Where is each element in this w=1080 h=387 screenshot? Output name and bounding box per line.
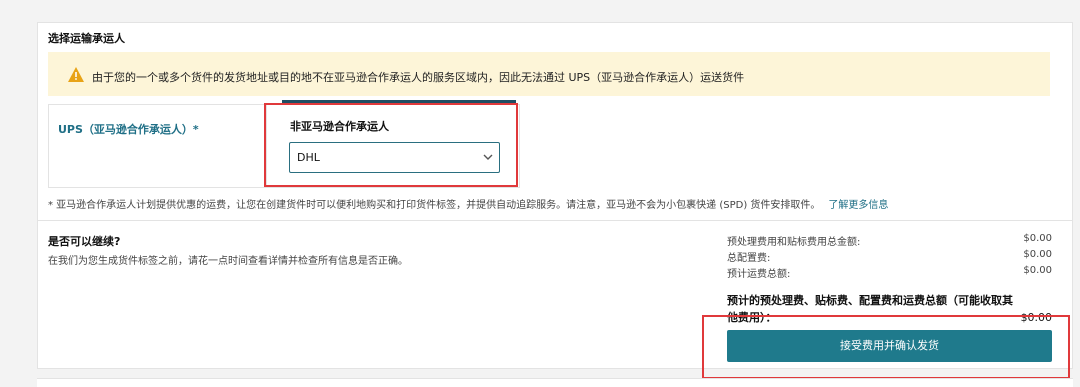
continue-description: 在我们为您生成货件标签之前，请花一点时间查看详情并检查所有信息是否正确。 bbox=[48, 256, 408, 267]
highlight-box-carrier bbox=[264, 103, 518, 187]
fee-row: 总配置费: $0.00 bbox=[727, 249, 1052, 264]
fee-amount: $0.00 bbox=[1023, 249, 1052, 260]
fee-amount: $0.00 bbox=[1023, 233, 1052, 244]
carrier-option-ups-partnered[interactable]: UPS（亚马逊合作承运人）* bbox=[58, 121, 199, 137]
continue-title: 是否可以继续? bbox=[48, 235, 121, 248]
footnote-text: * 亚马逊合作承运人计划提供优惠的运费，让您在创建货件时可以便利地购买和打印货件… bbox=[48, 200, 821, 211]
alert-text: 由于您的一个或多个货件的发货地址或目的地不在亚马逊合作承运人的服务区域内，因此无… bbox=[92, 71, 745, 84]
learn-more-link[interactable]: 了解更多信息 bbox=[828, 200, 888, 211]
divider bbox=[37, 220, 1073, 221]
section-title: 选择运输承运人 bbox=[48, 32, 125, 45]
fee-row: 预处理费用和贴标费用总金额: $0.00 bbox=[727, 233, 1052, 248]
fee-amount: $0.00 bbox=[1023, 265, 1052, 276]
fee-label: 预计运费总额: bbox=[727, 269, 791, 280]
warning-icon bbox=[68, 67, 84, 82]
fee-label: 预处理费用和贴标费用总金额: bbox=[727, 237, 861, 248]
fee-label: 总配置费: bbox=[727, 253, 771, 264]
fee-row: 预计运费总额: $0.00 bbox=[727, 265, 1052, 280]
highlight-box-confirm bbox=[702, 315, 1070, 379]
footnote: * 亚马逊合作承运人计划提供优惠的运费，让您在创建货件时可以便利地购买和打印货件… bbox=[48, 196, 888, 211]
